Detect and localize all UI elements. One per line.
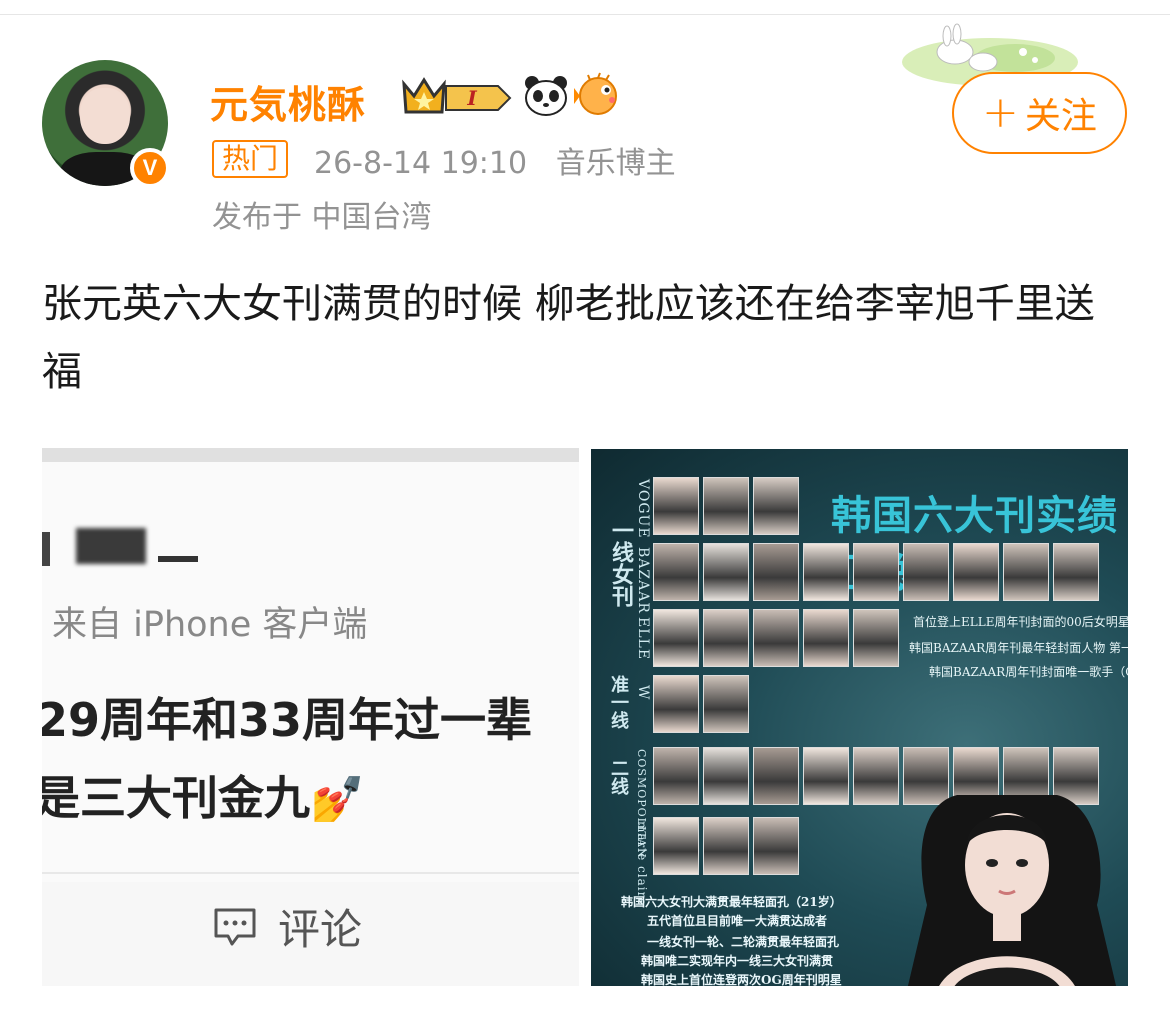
note-1: 首位登上ELLE周年刊封面的00后女明星（OG）: [913, 615, 1128, 629]
magazine-cover: [703, 817, 749, 875]
plus-icon: +: [982, 87, 1019, 138]
follow-button[interactable]: + 关注: [952, 72, 1127, 154]
level-badge-text: I: [466, 86, 477, 110]
screenshot-line-2: 是三大刊金九💅: [42, 762, 365, 828]
magazine-cover: [753, 477, 799, 535]
magazine-cover: [653, 817, 699, 875]
magazine-cover: [803, 609, 849, 667]
mag-label-w: W: [635, 685, 651, 701]
pufferfish-icon[interactable]: [574, 72, 622, 118]
screenshot-line-1: 29周年和33周年过一辈: [42, 693, 533, 747]
comment-label: 评论: [278, 905, 363, 954]
magazine-cover: [703, 477, 749, 535]
post-meta: 26-8-14 19:10 音乐博主: [314, 138, 676, 182]
magazine-cover: [853, 543, 899, 601]
magazine-cover: [803, 747, 849, 805]
post-timestamp: 26-8-14 19:10: [314, 146, 528, 181]
note-3: 韩国BAZAAR周年刊封面唯一歌手（OG）: [929, 665, 1128, 679]
magazine-cover: [903, 543, 949, 601]
bottom-note-4: 韩国唯二实现年内一线三大女刊满贯: [641, 954, 834, 968]
post-location: 发布于 中国台湾: [212, 200, 432, 235]
tier-mid-label: 准一线: [608, 675, 629, 729]
username[interactable]: 元気桃酥: [210, 74, 366, 129]
magazine-cover: [953, 543, 999, 601]
mag-label-vogue: VOGUE: [635, 479, 651, 539]
post-image-screenshot[interactable]: 来自 iPhone 客户端 29周年和33周年过一辈 是三大刊金九💅 评论: [42, 448, 579, 986]
bottom-note-5: 韩国史上首位连登两次OG周年刊明星: [641, 973, 842, 986]
magazine-cover: [853, 747, 899, 805]
magazine-cover: [653, 747, 699, 805]
magazine-cover: [753, 817, 799, 875]
tier2-label: 二线: [608, 759, 629, 795]
blurred-username: [42, 518, 216, 578]
crown-level-badge-icon[interactable]: I: [400, 74, 514, 118]
screenshot-line-2-text: 是三大刊金九: [42, 771, 310, 825]
verified-icon: V: [130, 148, 170, 188]
top-divider: [0, 14, 1170, 15]
magazine-cover: [653, 609, 699, 667]
magazine-cover: [853, 609, 899, 667]
magazine-cover: [653, 543, 699, 601]
bottom-note-1: 韩国六大女刊大满贯最年轻面孔（21岁）: [621, 895, 842, 909]
post-text: 张元英六大女刊满贯的时候 柳老批应该还在给李宰旭千里送福: [42, 281, 1095, 395]
mag-label-bazaar: BAZAAR: [635, 547, 651, 614]
source-text: 来自 iPhone 客户端: [52, 605, 368, 645]
magazine-cover: [703, 609, 749, 667]
user-category: 音乐博主: [555, 146, 676, 181]
panda-icon[interactable]: [523, 74, 569, 118]
tier1-label: 一线女刊: [608, 519, 634, 607]
mag-label-elle: ELLE: [635, 617, 651, 661]
magazine-cover: [653, 675, 699, 733]
post-image-magazine-collage[interactable]: 韩国六大刊实绩汇总 一线女刊 准一线 二线 VOGUE BAZAAR ELLE …: [591, 449, 1128, 986]
magazine-cover: [803, 543, 849, 601]
hot-tag: 热门: [212, 140, 289, 178]
follow-label: 关注: [1024, 96, 1097, 137]
nail-polish-emoji-icon: 💅: [310, 774, 365, 825]
magazine-cover: [753, 543, 799, 601]
magazine-cover: [703, 543, 749, 601]
comment-icon: [214, 908, 256, 945]
magazine-cover: [1003, 543, 1049, 601]
magazine-cover: [753, 747, 799, 805]
magazine-cover: [653, 477, 699, 535]
magazine-cover: [753, 609, 799, 667]
bottom-note-3: 一线女刊一轮、二轮满贯最年轻面孔: [647, 935, 840, 949]
magazine-cover: [1053, 543, 1099, 601]
bottom-note-2: 五代首位且目前唯一大满贯达成者: [647, 914, 828, 928]
comment-button[interactable]: 评论: [212, 896, 362, 957]
magazine-cover: [703, 675, 749, 733]
screenshot-divider: [42, 872, 579, 874]
magazine-cover: [703, 747, 749, 805]
portrait-photo: [907, 795, 1117, 986]
note-2: 韩国BAZAAR周年刊最年轻封面人物 第一位00后明星: [909, 641, 1128, 655]
